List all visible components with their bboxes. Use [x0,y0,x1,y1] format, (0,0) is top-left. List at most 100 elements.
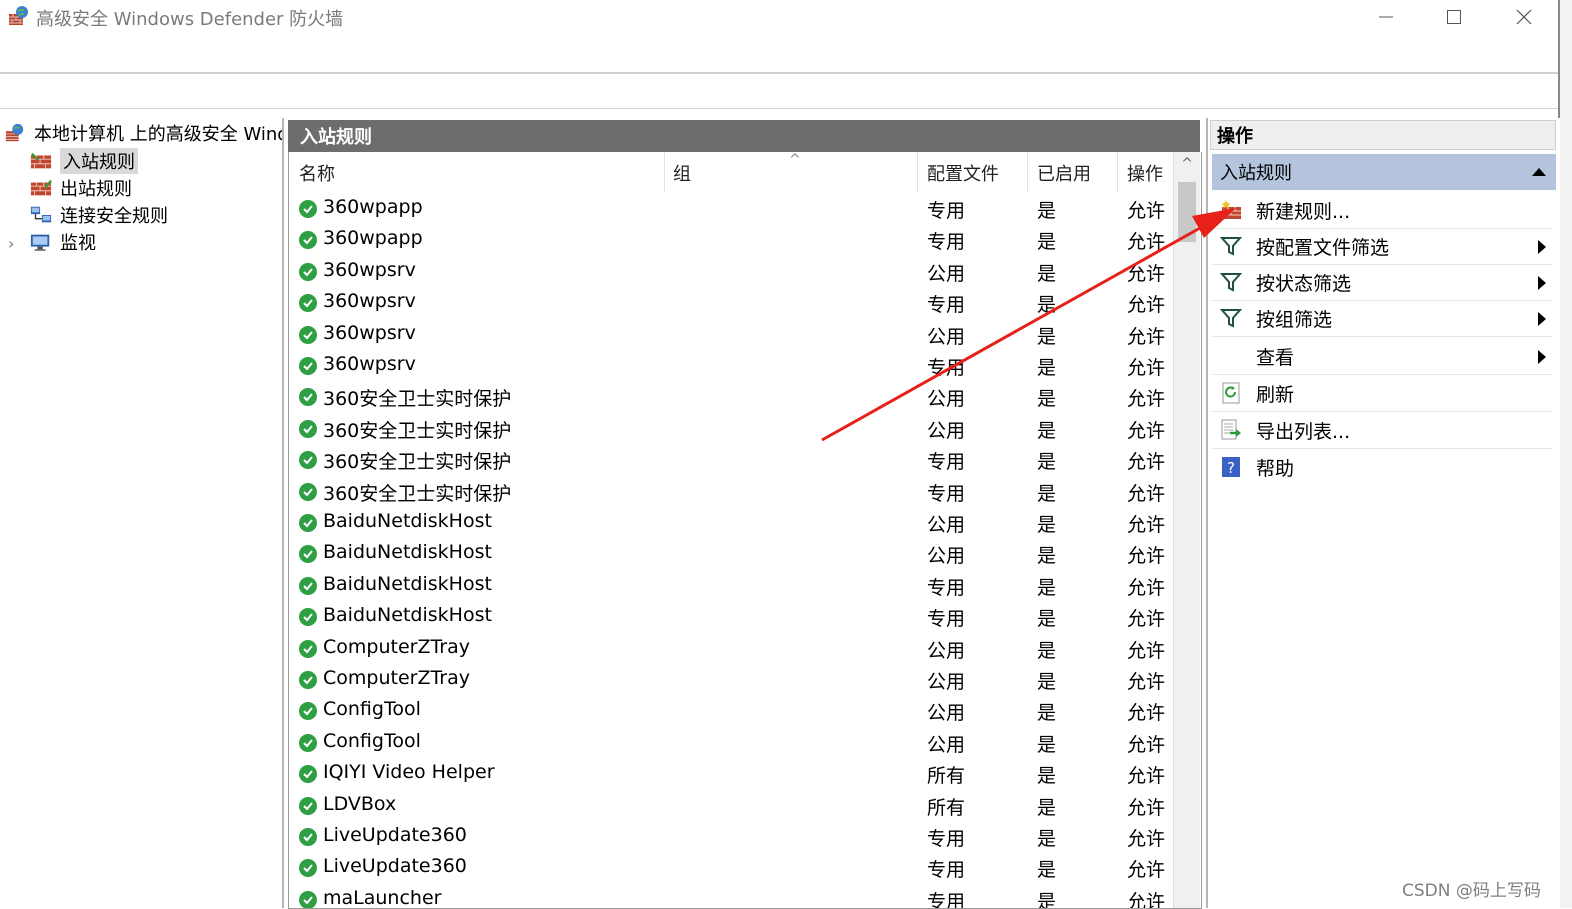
rule-enabled-cell: 是 [1037,294,1057,317]
table-row[interactable]: 360wpsrv 公用 是 允许 [289,319,1173,350]
enabled-check-icon [299,545,317,564]
action-new-rule[interactable]: 新建规则... [1212,192,1552,229]
rule-name-cell: maLauncher [323,886,442,909]
table-row[interactable]: 360wpsrv 专用 是 允许 [289,287,1173,318]
column-header-group[interactable]: 组 [673,160,691,186]
rule-enabled-cell: 是 [1037,262,1057,285]
actions-section-inbound-rules[interactable]: 入站规则 [1212,154,1556,190]
table-row[interactable]: 360安全卫士实时保护 公用 是 允许 [289,413,1173,444]
table-row[interactable]: 360安全卫士实时保护 公用 是 允许 [289,381,1173,412]
tree-root[interactable]: 本地计算机 上的高级安全 Windows Defender 防火墙 [4,120,282,146]
tree-item-outbound-rules[interactable]: 出站规则 [30,175,132,201]
rule-action-cell: 允许 [1127,231,1166,254]
expand-chevron-icon[interactable]: › [8,234,14,253]
table-row[interactable]: 360wpapp 专用 是 允许 [289,193,1173,224]
table-row[interactable]: 360wpapp 专用 是 允许 [289,224,1173,255]
filter-icon [1220,309,1242,328]
rule-name-cell: 360wpsrv [323,321,416,344]
action-label: 按状态筛选 [1256,273,1352,295]
tree-item-monitoring[interactable]: 监视 [30,229,96,255]
enabled-check-icon [299,671,317,689]
table-row[interactable]: 360wpsrv 专用 是 允许 [289,350,1173,381]
toolbar [0,74,1558,109]
rule-action-cell: 允许 [1127,702,1166,725]
action-filter-by-state[interactable]: 按状态筛选 [1212,264,1552,301]
action-filter-by-group[interactable]: 按组筛选 [1212,300,1552,337]
rule-profile-cell: 公用 [927,325,966,348]
rule-profile-cell: 专用 [927,294,966,317]
enabled-check-icon [299,325,317,344]
new-rule-icon [1221,200,1241,219]
column-header-action[interactable]: 操作 [1127,160,1163,186]
firewall-app-icon [9,6,28,25]
action-export-list[interactable]: 导出列表... [1212,412,1552,449]
rule-enabled-cell: 是 [1037,200,1057,222]
close-button[interactable] [1494,0,1554,34]
enabled-check-icon [299,514,317,532]
table-row[interactable]: 360wpsrv 公用 是 允许 [289,256,1173,287]
refresh-icon [1222,382,1240,404]
table-row[interactable]: BaiduNetdiskHost 公用 是 允许 [289,538,1173,569]
enabled-check-icon [299,765,317,784]
rule-profile-cell: 所有 [927,765,966,788]
action-refresh[interactable]: 刷新 [1212,375,1552,412]
table-row[interactable]: maLauncher 专用 是 允许 [289,884,1173,909]
column-header-enabled[interactable]: 已启用 [1037,160,1091,186]
watermark: CSDN @码上写码 [1402,881,1541,901]
action-label: 按配置文件筛选 [1256,237,1390,259]
table-row[interactable]: BaiduNetdiskHost 公用 是 允许 [289,507,1173,538]
rule-profile-cell: 专用 [927,231,966,254]
scroll-thumb[interactable] [1178,182,1196,242]
action-view[interactable]: 查看 [1212,338,1552,375]
rule-enabled-cell: 是 [1037,671,1057,693]
table-row[interactable]: LDVBox 所有 是 允许 [289,790,1173,821]
collapse-icon[interactable] [1532,168,1546,176]
table-row[interactable]: 360安全卫士实时保护 专用 是 允许 [289,444,1173,475]
enabled-check-icon [299,608,317,627]
rule-profile-cell: 专用 [927,482,966,505]
outbound-rules-icon [30,179,52,196]
scroll-up-icon[interactable]: ^ [1174,156,1200,180]
rule-action-cell: 允许 [1127,890,1166,909]
rule-name-cell: ConfigTool [323,698,421,721]
rule-action-cell: 允许 [1127,294,1166,317]
tree-item-connection-security-rules[interactable]: 连接安全规则 [30,202,168,228]
rule-enabled-cell: 是 [1037,608,1057,631]
rule-name-cell: ComputerZTray [323,667,470,689]
rules-list: 名称 组 ^ 配置文件 已启用 操作 360wpapp 专用是允许 360wpapp… [288,152,1202,909]
rule-name-cell: 360wpsrv [323,290,416,313]
action-help[interactable]: ? 帮助 [1212,449,1552,485]
table-row[interactable]: BaiduNetdiskHost 专用 是 允许 [289,570,1173,601]
action-label: 导出列表... [1256,421,1351,443]
minimize-button[interactable] [1356,0,1416,34]
table-row[interactable]: LiveUpdate360 专用 是 允许 [289,821,1173,852]
table-row[interactable]: 360安全卫士实时保护 专用 是 允许 [289,476,1173,507]
vertical-scrollbar[interactable]: ^ [1173,152,1200,908]
actions-pane: 操作 入站规则 新建规则... 按配置文件筛选 按状态筛选 按组筛选 查看 刷新… [1206,118,1560,908]
rule-name-cell: ComputerZTray [323,635,470,658]
table-row[interactable]: BaiduNetdiskHost 专用 是 允许 [289,601,1173,632]
table-row[interactable]: ConfigTool 公用 是 允许 [289,727,1173,758]
rule-enabled-cell: 是 [1037,545,1057,568]
table-row[interactable]: IQIYI Video Helper 所有 是 允许 [289,758,1173,789]
column-header-name[interactable]: 名称 [299,160,335,186]
rule-name-cell: BaiduNetdiskHost [323,572,492,595]
rule-profile-cell: 公用 [927,702,966,725]
rule-profile-cell: 公用 [927,262,966,285]
export-icon [1221,419,1241,440]
action-filter-by-profile[interactable]: 按配置文件筛选 [1212,228,1552,265]
maximize-button[interactable] [1424,0,1484,34]
rule-action-cell: 允许 [1127,733,1166,756]
table-row[interactable]: ComputerZTray 公用 是 允许 [289,664,1173,695]
rule-action-cell: 允许 [1127,200,1166,222]
table-row[interactable]: ConfigTool 公用 是 允许 [289,695,1173,726]
rule-enabled-cell: 是 [1037,482,1057,505]
column-header-profile[interactable]: 配置文件 [927,160,999,186]
rule-action-cell: 允许 [1127,451,1166,474]
sort-ascending-icon: ^ [789,152,801,168]
table-row[interactable]: ComputerZTray 公用 是 允许 [289,633,1173,664]
table-row[interactable]: LiveUpdate360 专用 是 允许 [289,852,1173,883]
rule-profile-cell: 专用 [927,890,966,909]
rule-enabled-cell: 是 [1037,325,1057,348]
tree-item-inbound-rules[interactable]: 入站规则 [30,148,138,174]
